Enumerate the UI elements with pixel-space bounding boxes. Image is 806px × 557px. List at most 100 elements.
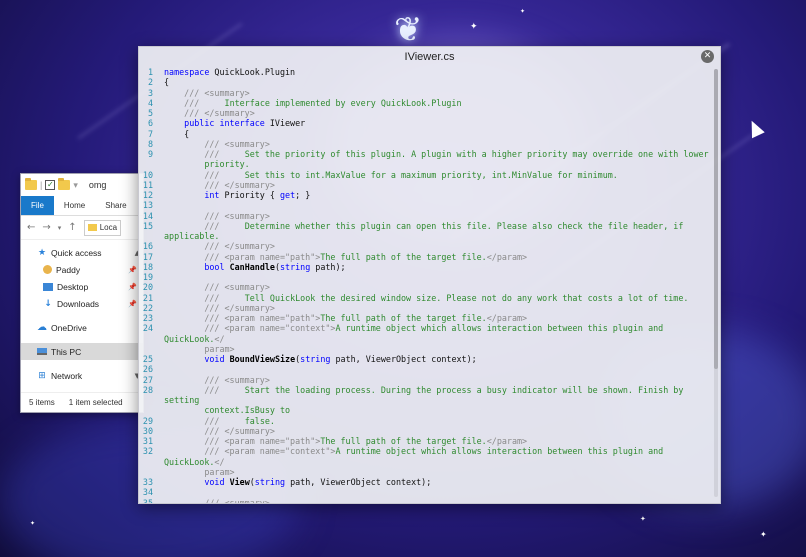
code-token: CanHandle	[229, 261, 275, 272]
code-token: Set the priority of this plugin. A plugi…	[204, 149, 709, 170]
code-token: Interface implemented by every QuickLook…	[199, 97, 462, 108]
line-number: 18	[142, 261, 153, 272]
code-token: path);	[310, 261, 346, 272]
new-folder-icon[interactable]	[58, 178, 71, 190]
code-text: namespace QuickLook.Plugin	[164, 67, 712, 77]
code-line: 26	[141, 364, 712, 374]
code-token: void	[164, 354, 230, 364]
code-line: 20 /// <summary>	[141, 282, 712, 292]
code-token: ///	[164, 149, 220, 159]
code-token: QuickLook.Plugin	[214, 67, 296, 77]
nav-paddy[interactable]: Paddy 📌	[21, 261, 143, 278]
line-number: 12	[142, 190, 153, 200]
code-token: Determine whether this plugin can open t…	[164, 220, 689, 241]
code-token: </param>	[486, 251, 528, 262]
code-text: /// <summary>	[164, 282, 712, 292]
nav-paddy-label: Paddy	[56, 264, 81, 275]
line-number: 20	[142, 282, 153, 293]
code-text: /// Interface implemented by every Quick…	[164, 98, 712, 108]
line-number: 10	[142, 169, 153, 180]
pin-icon: 📌	[128, 282, 137, 291]
navigation-bar: ← → ▾ ↑ Loca	[21, 216, 143, 240]
code-token: /// <param name="path">	[164, 313, 321, 323]
code-token: </param>	[486, 313, 528, 323]
code-token: path, ViewerObject context);	[285, 477, 432, 487]
viewer-titlebar[interactable]: IViewer.cs ✕	[139, 47, 720, 67]
line-number: 3	[147, 87, 153, 98]
code-token: ///	[164, 220, 220, 231]
address-folder-icon	[87, 224, 97, 231]
nav-desktop[interactable]: Desktop 📌	[21, 278, 143, 295]
code-line: 3 /// <summary>	[141, 88, 712, 98]
tab-home[interactable]: Home	[54, 196, 95, 215]
scrollbar-thumb[interactable]	[714, 69, 718, 369]
code-text: /// </summary>	[164, 303, 712, 313]
tab-share[interactable]: Share	[95, 196, 136, 215]
code-token: ///	[164, 97, 200, 108]
code-line: 15 /// Determine whether this plugin can…	[141, 221, 712, 242]
code-text: /// Tell QuickLook the desired window si…	[164, 293, 712, 303]
quicklook-viewer-window[interactable]: IViewer.cs ✕ 1 namespace QuickLook.Plugin…	[138, 46, 721, 504]
explorer-titlebar[interactable]: | ✓ ▾ omg	[21, 174, 143, 196]
download-icon: ↓	[44, 298, 52, 309]
tab-file[interactable]: File	[21, 196, 54, 215]
code-text: /// Set this to int.MaxValue for a maxim…	[164, 170, 712, 180]
code-token: Set this to int.MaxValue for a maximum p…	[219, 169, 618, 180]
back-arrow-icon[interactable]: ←	[27, 222, 35, 233]
code-line: 10 /// Set this to int.MaxValue for a ma…	[141, 170, 712, 180]
code-view[interactable]: 1 namespace QuickLook.Plugin 2{3 /// <summ…	[139, 67, 712, 503]
code-token: BoundViewSize	[229, 354, 296, 364]
code-token: /// <param name="context">	[164, 446, 336, 457]
butterfly-decoration: ❦	[394, 10, 423, 50]
network-icon: ⊞	[38, 370, 46, 381]
code-token: /// <summary>	[164, 87, 250, 98]
code-token: Start the loading process. During the pr…	[164, 384, 684, 416]
properties-check-icon[interactable]: ✓	[45, 180, 56, 190]
code-token: get	[279, 190, 296, 200]
line-number: 29	[142, 415, 153, 426]
code-line: 12 int Priority { get; }	[141, 190, 712, 200]
code-text: /// <summary>	[164, 498, 712, 504]
up-arrow-icon[interactable]: ↑	[68, 222, 76, 233]
nav-network-label: Network	[51, 370, 83, 381]
code-line: 6 public interface IViewer	[141, 118, 712, 128]
file-explorer-window[interactable]: | ✓ ▾ omg File Home Share ← → ▾ ↑ Loca ★…	[20, 173, 144, 413]
code-token: /// <param name="path">	[164, 251, 321, 262]
line-number: 19	[142, 272, 153, 282]
nav-quick-access[interactable]: ★ Quick access ▲	[21, 244, 143, 261]
code-text: /// <param name="path">The full path of …	[164, 436, 712, 446]
line-number: 15	[142, 220, 153, 231]
forward-arrow-icon[interactable]: →	[42, 222, 50, 233]
nav-this-pc[interactable]: This PC	[21, 343, 143, 360]
star-icon: ★	[37, 247, 47, 258]
separator-icon: |	[40, 180, 43, 190]
line-number: 13	[142, 200, 153, 211]
vertical-scrollbar[interactable]	[714, 69, 718, 497]
code-token: View	[229, 477, 250, 487]
dropdown-icon[interactable]: ▾	[73, 180, 78, 191]
close-button[interactable]: ✕	[701, 50, 714, 63]
code-token: namespace	[164, 67, 215, 77]
code-text: /// </summary>	[164, 426, 712, 436]
code-line: 29 /// false.	[141, 416, 712, 426]
code-text: /// <param name="path">The full path of …	[164, 252, 712, 262]
code-text: {	[164, 129, 712, 139]
code-line: 31 /// <param name="path">The full path …	[141, 436, 712, 446]
code-token: {	[164, 128, 190, 139]
code-token: Tell QuickLook the desired window size. …	[219, 292, 689, 303]
code-text: /// Start the loading process. During th…	[164, 385, 712, 416]
code-line: 27 /// <summary>	[141, 375, 712, 385]
nav-network[interactable]: ⊞ Network ▼	[21, 367, 143, 384]
nav-downloads[interactable]: ↓ Downloads 📌	[21, 295, 143, 312]
address-bar[interactable]: Loca	[83, 219, 122, 236]
user-folder-icon	[43, 265, 52, 274]
code-token: int	[164, 190, 225, 200]
cloud-icon: ☁	[37, 321, 47, 333]
code-line: 28 /// Start the loading process. During…	[141, 385, 712, 416]
nav-onedrive[interactable]: ☁ OneDrive	[21, 319, 143, 336]
code-line: 4 /// Interface implemented by every Qui…	[141, 98, 712, 108]
recent-chevron-icon[interactable]: ▾	[58, 224, 62, 232]
explorer-title: omg	[88, 180, 107, 190]
computer-icon	[37, 348, 47, 355]
